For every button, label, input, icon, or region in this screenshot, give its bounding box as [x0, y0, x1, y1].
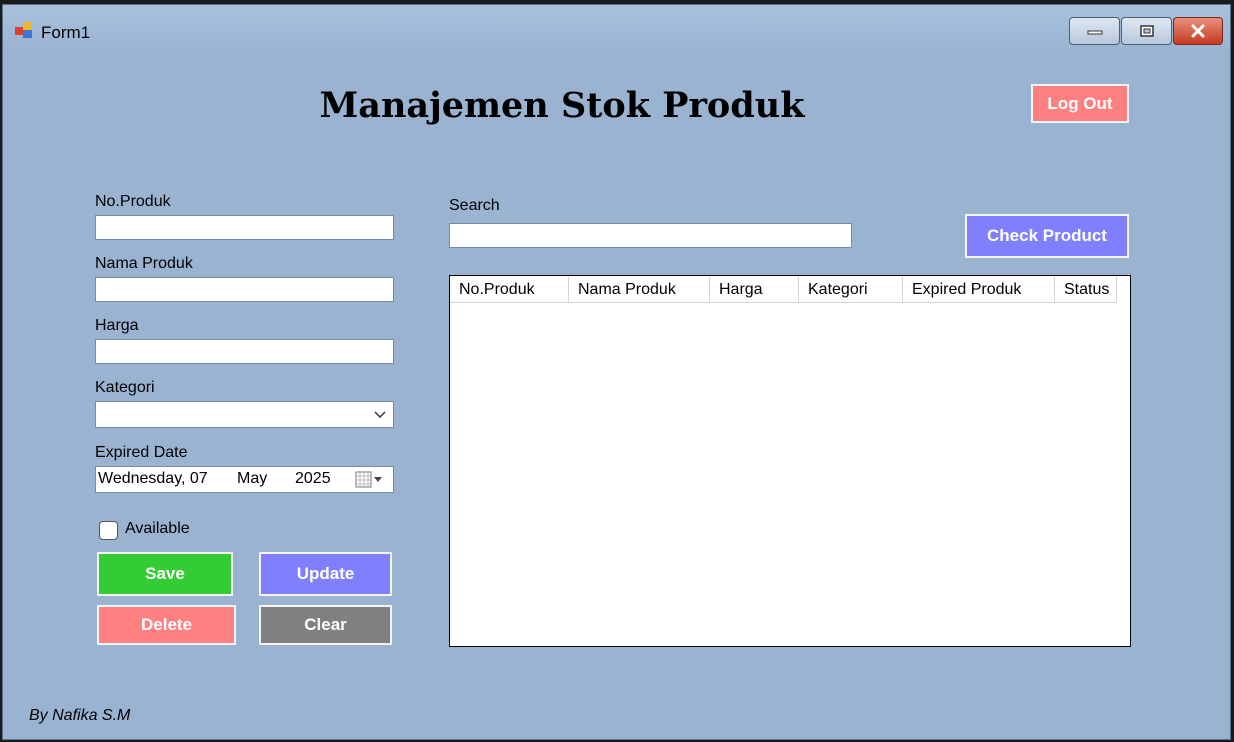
- window-title: Form1: [41, 23, 91, 42]
- chevron-down-icon: [374, 410, 386, 418]
- table-header: No.Produk Nama Produk Harga Kategori Exp…: [450, 276, 1117, 303]
- app-icon: [15, 22, 35, 40]
- expired-date-picker[interactable]: Wednesday, 07 May 2025: [95, 466, 394, 493]
- title-bar: Form1: [3, 5, 1230, 49]
- save-button[interactable]: Save: [97, 552, 233, 596]
- main-window: Form1 Manajemen Stok Produk Log Out No.P…: [2, 4, 1231, 740]
- kategori-select[interactable]: [95, 401, 394, 428]
- available-checkbox[interactable]: [99, 521, 118, 540]
- close-window-button[interactable]: [1173, 17, 1223, 45]
- delete-button[interactable]: Delete: [97, 605, 236, 645]
- check-product-button[interactable]: Check Product: [965, 214, 1129, 258]
- search-label: Search: [449, 197, 500, 214]
- column-header-no-produk[interactable]: No.Produk: [450, 276, 569, 303]
- harga-label: Harga: [95, 317, 139, 334]
- available-label: Available: [125, 520, 190, 537]
- close-icon: [1191, 24, 1205, 38]
- credit-text: By Nafika S.M: [29, 707, 131, 724]
- search-input[interactable]: [449, 223, 852, 248]
- maximize-button[interactable]: [1121, 17, 1172, 45]
- harga-input[interactable]: [95, 339, 394, 364]
- column-header-expired-produk[interactable]: Expired Produk: [903, 276, 1055, 303]
- form-client-area: Manajemen Stok Produk Log Out No.Produk …: [12, 49, 1225, 732]
- clear-button[interactable]: Clear: [259, 605, 392, 645]
- kategori-label: Kategori: [95, 379, 155, 396]
- column-header-kategori[interactable]: Kategori: [799, 276, 903, 303]
- product-table[interactable]: No.Produk Nama Produk Harga Kategori Exp…: [449, 275, 1131, 647]
- nama-produk-input[interactable]: [95, 277, 394, 302]
- minimize-button[interactable]: [1069, 17, 1120, 45]
- restore-icon: [1139, 25, 1154, 37]
- column-header-harga[interactable]: Harga: [710, 276, 799, 303]
- update-button[interactable]: Update: [259, 552, 392, 596]
- no-produk-label: No.Produk: [95, 193, 171, 210]
- logout-button[interactable]: Log Out: [1031, 84, 1129, 123]
- nama-produk-label: Nama Produk: [95, 255, 193, 272]
- expired-date-label: Expired Date: [95, 444, 188, 461]
- expired-date-weekday: Wednesday, 07: [98, 470, 208, 487]
- minimize-icon: [1087, 30, 1102, 35]
- expired-date-month: May: [237, 470, 268, 487]
- page-title: Manajemen Stok Produk: [319, 85, 805, 126]
- expired-date-year: 2025: [295, 470, 331, 487]
- no-produk-input[interactable]: [95, 215, 394, 240]
- calendar-icon[interactable]: [355, 471, 385, 489]
- column-header-status[interactable]: Status: [1055, 276, 1117, 303]
- column-header-nama-produk[interactable]: Nama Produk: [569, 276, 710, 303]
